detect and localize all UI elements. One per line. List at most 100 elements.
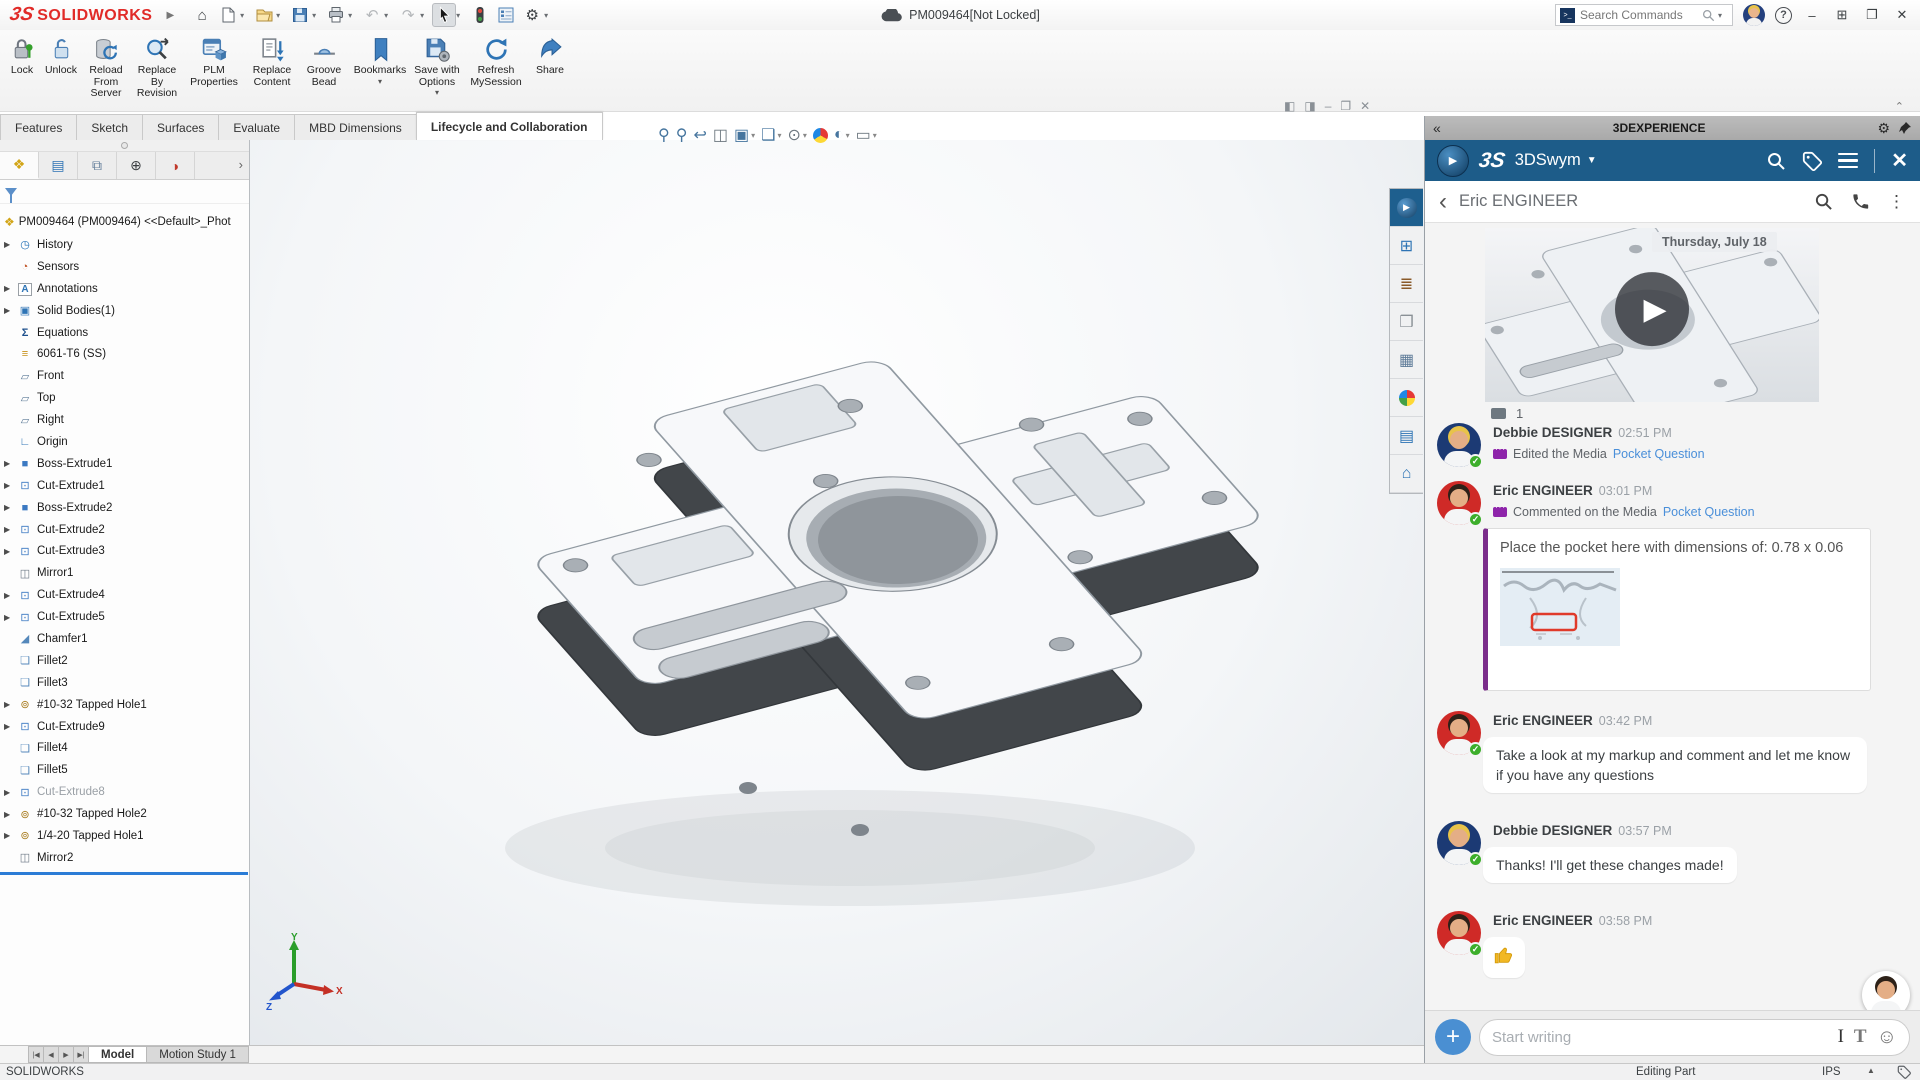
status-tag-icon[interactable] (1897, 1065, 1911, 1080)
open-icon[interactable] (252, 3, 276, 27)
new-document-icon[interactable] (216, 3, 240, 27)
text-format-icon[interactable]: T (1854, 1026, 1867, 1048)
doc-restore-icon[interactable]: ❐ (1340, 99, 1351, 113)
task-pane-item[interactable] (1390, 303, 1423, 341)
tree-item[interactable]: ▶ #10-32 Tapped Hole2 (0, 803, 249, 825)
avatar-eric[interactable]: ✓ (1437, 481, 1483, 527)
task-pane-item[interactable] (1390, 417, 1423, 455)
tree-item[interactable]: ▶ 6061-T6 (SS) (0, 343, 249, 365)
tab-scroll-first-icon[interactable]: |◀ (28, 1046, 44, 1063)
tree-item[interactable]: ▶ Cut-Extrude9 (0, 716, 249, 738)
toolbar-collapse-icon[interactable]: ⌃ (1895, 100, 1904, 113)
tab-surfaces[interactable]: Surfaces (142, 114, 220, 140)
view-orientation-icon[interactable]: ▣ ▾ (734, 125, 755, 145)
print-icon[interactable] (324, 3, 348, 27)
tabs-expand-icon[interactable]: › (239, 157, 243, 172)
tree-item[interactable]: ▶ Right (0, 409, 249, 431)
back-icon[interactable]: ‹ (1439, 189, 1447, 213)
select-dropdown-icon[interactable]: ▾ (456, 11, 466, 20)
options-dropdown-icon[interactable]: ▾ (544, 11, 554, 20)
save-with-options-button[interactable]: Save with Options ▾ (412, 34, 462, 99)
doc-close-icon[interactable]: ✕ (1360, 99, 1370, 113)
avatar-eric[interactable]: ✓ (1437, 911, 1483, 957)
traffic-light-icon[interactable] (468, 3, 492, 27)
tree-item[interactable]: ▶ Cut-Extrude5 (0, 606, 249, 628)
tree-item[interactable]: ▶ Cut-Extrude3 (0, 540, 249, 562)
expand-arrow-icon[interactable]: ▶ (4, 240, 16, 249)
previous-view-icon[interactable]: ↩ (693, 125, 706, 145)
lock-button[interactable]: Lock (4, 34, 40, 79)
menu-flyout-arrow-icon[interactable]: ▶ (166, 10, 174, 21)
expand-arrow-icon[interactable]: ▶ (4, 700, 16, 709)
new-dropdown-icon[interactable]: ▾ (240, 11, 250, 20)
tab-configuration-manager[interactable]: ⧉ (78, 152, 117, 179)
tab-mbd-dimensions[interactable]: MBD Dimensions (294, 114, 417, 140)
tree-item[interactable]: ▶ Chamfer1 (0, 628, 249, 650)
contact-avatar-eric[interactable] (1862, 971, 1910, 1010)
tab-lifecycle-collaboration[interactable]: Lifecycle and Collaboration (415, 112, 603, 140)
swym-search-icon[interactable] (1766, 151, 1786, 171)
open-dropdown-icon[interactable]: ▾ (276, 11, 286, 20)
reload-from-server-button[interactable]: Reload From Server (82, 34, 130, 102)
share-button[interactable]: Share (530, 34, 570, 79)
panel-splitter[interactable] (0, 140, 249, 152)
edit-appearance-icon[interactable] (812, 127, 828, 143)
zoom-fit-icon[interactable]: ⚲ (658, 125, 670, 145)
expand-arrow-icon[interactable]: ▶ (4, 722, 16, 731)
save-dropdown-icon[interactable]: ▾ (312, 11, 322, 20)
avatar-eric[interactable]: ✓ (1437, 711, 1483, 757)
tree-item[interactable]: ▶ Mirror2 (0, 847, 249, 869)
view-settings-icon[interactable]: ▭ ▾ (856, 125, 877, 145)
save-icon[interactable] (288, 3, 312, 27)
tree-root-item[interactable]: ❖ PM009464 (PM009464) <<Default>_Phot (0, 211, 249, 232)
tree-item[interactable]: ▶ Origin (0, 431, 249, 453)
markup-image[interactable] (1500, 568, 1620, 646)
tab-motion-study-1[interactable]: Motion Study 1 (146, 1046, 249, 1063)
graphics-viewport[interactable]: Y X Z (250, 140, 1424, 1045)
play-button[interactable]: ▶ (1615, 272, 1689, 347)
tree-item[interactable]: ▶ Mirror1 (0, 562, 249, 584)
tree-item[interactable]: ▶ #10-32 Tapped Hole1 (0, 694, 249, 716)
doc-minimize-icon[interactable]: – (1325, 99, 1332, 113)
cad-part-model[interactable] (250, 140, 1424, 1045)
tree-item[interactable]: ▶ Annotations (0, 278, 249, 300)
tree-item[interactable]: ▶ Cut-Extrude8 (0, 781, 249, 803)
plm-properties-button[interactable]: PLM Properties (184, 34, 244, 90)
rollback-bar[interactable] (0, 872, 248, 875)
compass-icon[interactable]: ▶ (1437, 144, 1469, 177)
units-dropdown-icon[interactable]: ▲ (1867, 1066, 1875, 1075)
bookmarks-button[interactable]: Bookmarks ▾ (348, 34, 412, 88)
section-view-icon[interactable]: ◫ (713, 125, 728, 145)
media-link[interactable]: Pocket Question (1613, 447, 1705, 461)
tab-feature-tree[interactable]: ❖ (0, 152, 39, 179)
comment-count-row[interactable]: 1 (1491, 406, 1523, 421)
emoji-icon[interactable]: ☺ (1877, 1026, 1897, 1049)
tab-evaluate[interactable]: Evaluate (218, 114, 296, 140)
avatar-debbie[interactable]: ✓ (1437, 821, 1483, 867)
tree-item[interactable]: ▶ History (0, 234, 249, 256)
panel-gear-icon[interactable]: ⚙ (1877, 120, 1890, 137)
task-pane-item[interactable] (1390, 455, 1423, 493)
tree-item[interactable]: ▶ Fillet2 (0, 650, 249, 672)
avatar-debbie[interactable]: ✓ (1437, 423, 1483, 469)
tree-item[interactable]: ▶ Sensors (0, 256, 249, 278)
display-style-icon[interactable]: ❑ ▾ (761, 125, 781, 145)
tab-property-manager[interactable]: ▤ (39, 152, 78, 179)
user-avatar[interactable] (1743, 4, 1765, 26)
expand-arrow-icon[interactable]: ▶ (4, 481, 16, 490)
tree-item[interactable]: ▶ Fillet3 (0, 672, 249, 694)
undo-dropdown-icon[interactable]: ▾ (384, 11, 394, 20)
task-pane-item[interactable] (1390, 265, 1423, 303)
collapse-panel-icon[interactable]: « (1433, 120, 1441, 136)
pin-icon[interactable] (1898, 121, 1912, 135)
conversation-search-icon[interactable] (1814, 192, 1833, 211)
tree-item[interactable]: ▶ Cut-Extrude4 (0, 584, 249, 606)
select-cursor-icon[interactable] (432, 3, 457, 27)
unlock-button[interactable]: Unlock (40, 34, 82, 79)
expand-arrow-icon[interactable]: ▶ (4, 810, 16, 819)
help-icon[interactable]: ? (1775, 6, 1792, 24)
expand-arrow-icon[interactable]: ▶ (4, 613, 16, 622)
home-icon[interactable]: ⌂ (190, 3, 214, 27)
search-dropdown-icon[interactable]: ▾ (1718, 11, 1728, 20)
replace-content-button[interactable]: Replace Content (244, 34, 300, 90)
